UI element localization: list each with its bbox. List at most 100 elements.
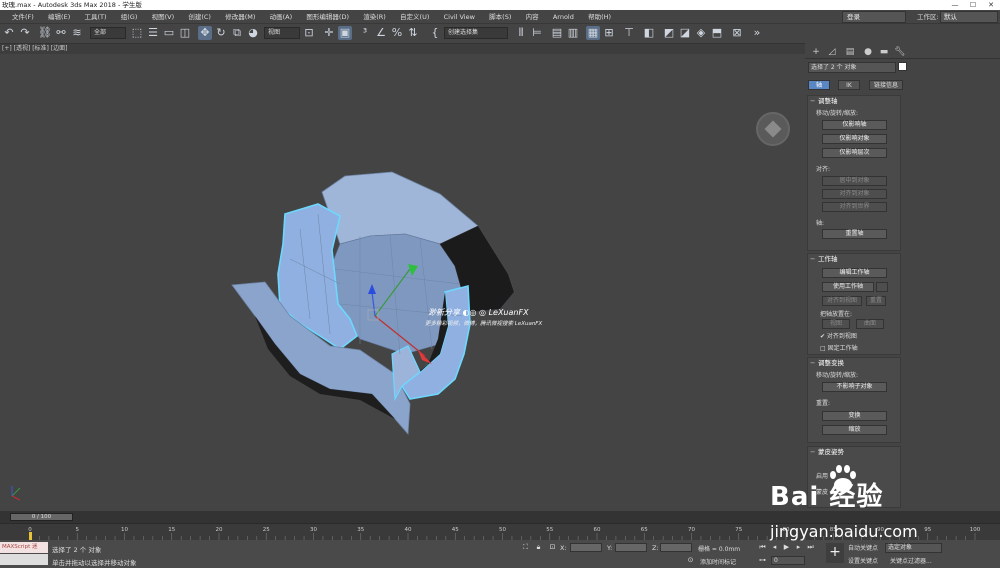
menu-arnold[interactable]: Arnold: [553, 10, 574, 24]
align-icon[interactable]: ⊨: [530, 26, 544, 40]
object-color-swatch[interactable]: [898, 62, 907, 71]
y-coord-field[interactable]: [615, 543, 647, 552]
selection-info-field[interactable]: 选择了 2 个 对象: [808, 62, 896, 73]
keyboard-shortcut-icon[interactable]: ▣: [338, 26, 352, 40]
motion-tab-icon[interactable]: ●: [861, 46, 875, 58]
menu-graph-editors[interactable]: 图形编辑器(D): [306, 10, 349, 24]
bind-spacewarp-icon[interactable]: ≋: [70, 26, 84, 40]
close-button[interactable]: ✕: [982, 0, 1000, 10]
menu-rendering[interactable]: 渲染(R): [363, 10, 386, 24]
select-by-name-icon[interactable]: ☰: [146, 26, 160, 40]
current-frame-field[interactable]: 0: [771, 556, 805, 565]
scale-button[interactable]: 缩放: [822, 425, 887, 435]
prev-frame-icon[interactable]: ◂: [770, 543, 779, 552]
edit-named-selection-icon[interactable]: {: [428, 26, 442, 40]
fixed-working-pivot-checkbox[interactable]: □ 固定工作轴: [820, 343, 858, 352]
layer-explorer-icon[interactable]: ▥: [566, 26, 580, 40]
reset-working-pivot-button[interactable]: 重置: [866, 296, 886, 306]
surface-button[interactable]: 曲面: [856, 319, 884, 329]
tab-pivot[interactable]: 轴: [808, 80, 830, 90]
select-move-icon[interactable]: ✥: [198, 26, 212, 40]
ribbon-icon[interactable]: ▦: [586, 26, 600, 40]
menu-tools[interactable]: 工具(T): [84, 10, 106, 24]
goto-start-icon[interactable]: ⏮: [758, 543, 767, 552]
hierarchy-tab-icon[interactable]: ▤: [843, 46, 857, 58]
schematic-view-icon[interactable]: ⊤: [622, 26, 636, 40]
selection-filter-dropdown[interactable]: 全部: [90, 27, 126, 39]
snaps-toggle-icon[interactable]: ³: [358, 26, 372, 40]
tab-ik[interactable]: IK: [838, 80, 860, 90]
link-icon[interactable]: ⛓: [38, 26, 52, 40]
display-tab-icon[interactable]: ▬: [877, 46, 891, 58]
add-time-tag[interactable]: 添加时间标记: [700, 557, 736, 566]
render-setup-icon[interactable]: ◩: [662, 26, 676, 40]
align-to-world-button[interactable]: 对齐到世界: [822, 202, 887, 212]
absolute-mode-icon[interactable]: ⊡: [548, 543, 557, 552]
menu-edit[interactable]: 编辑(E): [48, 10, 70, 24]
select-manipulate-icon[interactable]: ✛: [322, 26, 336, 40]
z-coord-field[interactable]: [660, 543, 692, 552]
material-editor-icon[interactable]: ◧: [642, 26, 656, 40]
lock-selection-icon[interactable]: 🔒︎: [534, 543, 543, 552]
named-selection-dropdown[interactable]: 创建选择集: [444, 27, 508, 39]
place-icon[interactable]: ◕: [246, 26, 260, 40]
menu-modifiers[interactable]: 修改器(M): [225, 10, 255, 24]
viewcube[interactable]: [756, 112, 790, 146]
expand-toolbar-icon[interactable]: »: [750, 26, 764, 40]
goto-end-icon[interactable]: ⏭: [806, 543, 815, 552]
affect-object-only-button[interactable]: 仅影响对象: [822, 134, 887, 144]
center-to-object-button[interactable]: 居中到对象: [822, 176, 887, 186]
working-pivot-header[interactable]: 工作轴: [808, 254, 900, 264]
percent-snap-icon[interactable]: %: [390, 26, 404, 40]
window-crossing-icon[interactable]: ◫: [178, 26, 192, 40]
transform-button[interactable]: 变换: [822, 411, 887, 421]
menu-customize[interactable]: 自定义(U): [400, 10, 429, 24]
render-production-icon[interactable]: ◈: [694, 26, 708, 40]
maxscript-input[interactable]: [0, 554, 48, 565]
adjust-transform-header[interactable]: 调整变换: [808, 358, 900, 368]
selected-object-dropdown[interactable]: 选定对象: [885, 543, 942, 553]
align-to-object-button[interactable]: 对齐到对象: [822, 189, 887, 199]
mirror-icon[interactable]: ⫴: [514, 26, 528, 40]
menu-create[interactable]: 创建(C): [188, 10, 211, 24]
viewport-label[interactable]: [+] [透视] [标准] [边面]: [0, 44, 805, 54]
select-scale-icon[interactable]: ⧉: [230, 26, 244, 40]
use-working-pivot-extra[interactable]: [876, 282, 888, 292]
pivot-center-icon[interactable]: ⊡: [302, 26, 316, 40]
coord-system-dropdown[interactable]: 视图: [264, 27, 300, 39]
select-object-icon[interactable]: ⬚: [130, 26, 144, 40]
key-filters-button[interactable]: 关键点过滤器...: [890, 556, 932, 565]
workspace-dropdown[interactable]: 默认: [940, 11, 998, 23]
rect-selection-icon[interactable]: ▭: [162, 26, 176, 40]
align-to-view-checkbox[interactable]: ✔ 对齐到视图: [820, 331, 857, 340]
affect-hierarchy-only-button[interactable]: 仅影响层次: [822, 148, 887, 158]
minimize-button[interactable]: —: [946, 0, 964, 10]
maximize-button[interactable]: ☐: [964, 0, 982, 10]
modify-tab-icon[interactable]: ◿: [825, 46, 839, 58]
isolate-icon[interactable]: ⛶: [521, 543, 530, 552]
align-to-view-button[interactable]: 对齐到视图: [822, 296, 862, 306]
render-cloud-icon[interactable]: ⊠: [730, 26, 744, 40]
menu-views[interactable]: 视图(V): [152, 10, 175, 24]
login-dropdown[interactable]: 登录: [842, 11, 906, 23]
undo-icon[interactable]: ↶: [2, 26, 16, 40]
create-tab-icon[interactable]: +: [809, 46, 823, 58]
time-tag-icon[interactable]: ⊙: [686, 556, 695, 565]
rendered-frame-icon[interactable]: ◪: [678, 26, 692, 40]
perspective-viewport[interactable]: 渺新分享 ◐◎ ◎ LeXuanFX 更多精彩视频，微博，腾讯微视搜索 LeXu…: [0, 54, 805, 511]
render-iterative-icon[interactable]: ⬒: [710, 26, 724, 40]
scene-explorer-icon[interactable]: ▤: [550, 26, 564, 40]
menu-content[interactable]: 内容: [526, 10, 539, 24]
dont-affect-children-button[interactable]: 不影响子对象: [822, 382, 887, 392]
x-coord-field[interactable]: [570, 543, 602, 552]
curve-editor-icon[interactable]: ⊞: [602, 26, 616, 40]
maxscript-listener[interactable]: MAXScript 迷: [0, 542, 48, 553]
menu-file[interactable]: 文件(F): [12, 10, 34, 24]
time-slider[interactable]: 0 / 100: [10, 513, 73, 521]
menu-civil-view[interactable]: Civil View: [444, 10, 475, 24]
set-key-button[interactable]: 设置关键点: [848, 556, 878, 565]
spinner-snap-icon[interactable]: ⇅: [406, 26, 420, 40]
rose-petals-model[interactable]: [0, 54, 805, 511]
menu-help[interactable]: 帮助(H): [588, 10, 611, 24]
menu-group[interactable]: 组(G): [121, 10, 138, 24]
